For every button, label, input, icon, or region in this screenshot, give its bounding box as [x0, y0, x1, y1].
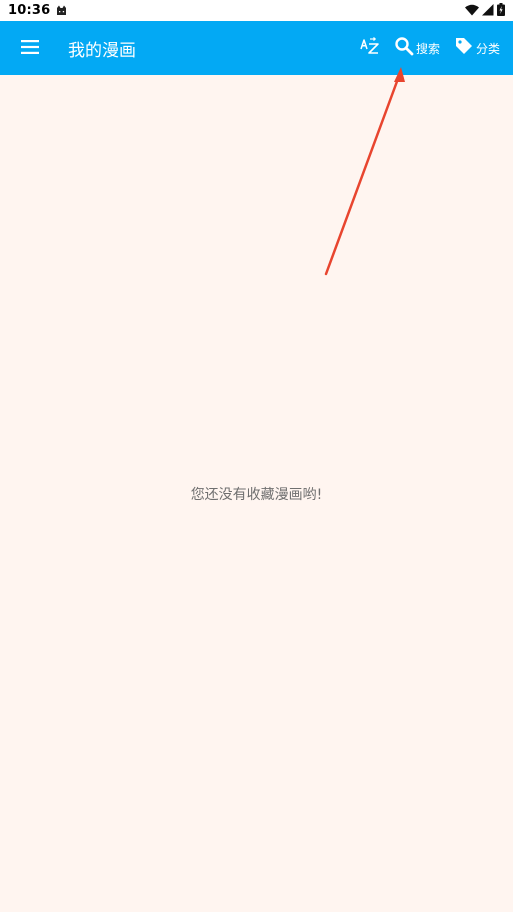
search-button[interactable]: 搜索 [394, 21, 440, 75]
status-left: 10:36 [8, 1, 67, 20]
menu-button[interactable] [0, 21, 60, 75]
cellular-signal-icon [482, 1, 494, 20]
favorites-content: 您还没有收藏漫画哟! [0, 75, 513, 912]
status-time: 10:36 [8, 3, 51, 18]
tag-icon [454, 36, 474, 60]
search-label: 搜索 [415, 41, 440, 56]
battery-icon [497, 1, 505, 20]
sort-az-icon [360, 36, 380, 60]
wifi-icon [465, 1, 479, 20]
sort-button[interactable] [352, 21, 388, 75]
empty-state-message: 您还没有收藏漫画哟! [190, 487, 323, 503]
status-right [465, 1, 505, 20]
category-label: 分类 [475, 41, 500, 56]
search-icon [394, 36, 414, 60]
status-bar: 10:36 [0, 0, 513, 21]
hamburger-menu-icon [21, 39, 39, 58]
cat-notification-icon [56, 1, 67, 20]
app-bar: 我的漫画 搜索 分类 [0, 21, 513, 75]
page-title: 我的漫画 [68, 40, 136, 61]
category-button[interactable]: 分类 [454, 21, 500, 75]
